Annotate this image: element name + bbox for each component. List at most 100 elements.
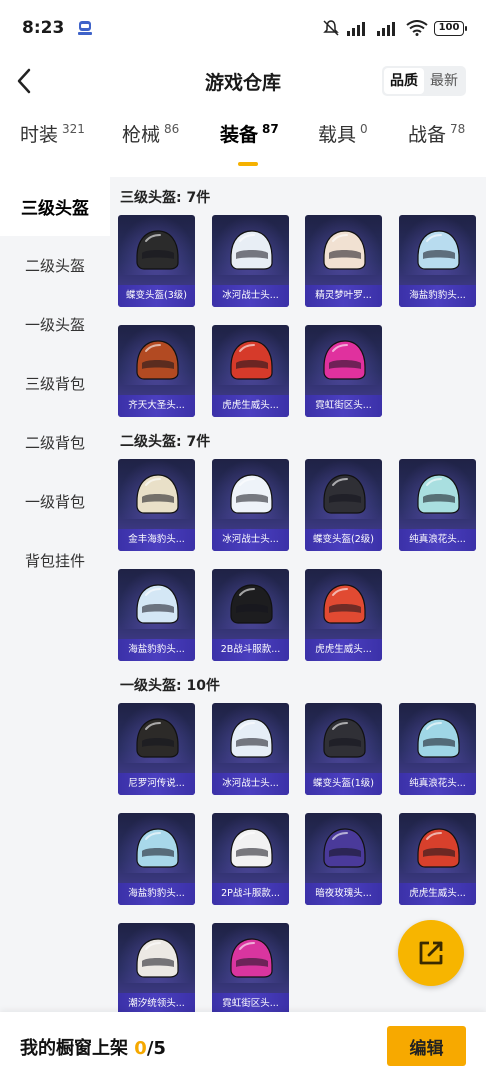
item-card[interactable]: 冰河战士头... [212,215,289,307]
tab-count: 87 [262,122,279,136]
item-card[interactable]: 海盐豹豹头... [399,215,476,307]
edit-button[interactable]: 编辑 [387,1026,466,1066]
tab-weapons[interactable]: 枪械 86 [122,120,179,147]
sort-toggle: 品质 最新 [382,66,466,96]
item-card[interactable]: 虎虎生威头... [399,813,476,905]
helmet-icon [323,584,366,624]
item-name: 2P战斗服款... [212,883,289,905]
item-name: 虎虎生威头... [399,883,476,905]
item-card[interactable]: 蝶变头盔(1级) [305,703,382,795]
section-title: 二级头盔: 7件 [120,434,211,450]
helmet-icon [136,584,179,624]
item-name: 2B战斗服款... [212,639,289,661]
sidebar-item-level2-backpack[interactable]: 二级背包 [0,413,110,472]
tab-vehicles[interactable]: 载具 0 [318,120,368,147]
sort-quality-option[interactable]: 品质 [384,68,424,94]
item-card[interactable]: 纯真浪花头... [399,703,476,795]
item-name: 潮汐统领头... [118,993,195,1012]
item-card[interactable]: 潮汐统领头... [118,923,195,1012]
item-name: 海盐豹豹头... [118,639,195,661]
helmet-icon [136,718,179,758]
item-name: 精灵梦叶罗... [305,285,382,307]
item-card[interactable]: 齐天大圣头... [118,325,195,417]
sidebar-item-level3-backpack[interactable]: 三级背包 [0,354,110,413]
sort-newest-option[interactable]: 最新 [424,68,464,94]
status-bar: 8:23 100 [0,0,486,56]
item-card[interactable]: 霓虹街区头... [212,923,289,1012]
item-card[interactable]: 金丰海豹头... [118,459,195,551]
tab-fashion[interactable]: 时装 321 [20,120,85,147]
signal-icon [347,22,365,36]
tab-count: 0 [360,122,368,136]
item-card[interactable]: 蝶变头盔(3级) [118,215,195,307]
helmet-icon [323,718,366,758]
showcase-current-count: 0 [134,1038,147,1059]
item-name: 纯真浪花头... [399,529,476,551]
helmet-icon [230,230,273,270]
item-card[interactable]: 2P战斗服款... [212,813,289,905]
tab-label: 枪械 [122,124,161,146]
item-card[interactable]: 虎虎生威头... [212,325,289,417]
helmet-icon [136,474,179,514]
helmet-icon [417,230,460,270]
showcase-total: /5 [146,1038,166,1059]
showcase-status: 我的橱窗上架 0/5 [20,1034,166,1060]
sidebar-item-level3-helmet[interactable]: 三级头盔 [0,177,110,236]
helmet-icon [323,340,366,380]
item-card[interactable]: 海盐豹豹头... [118,813,195,905]
helmet-icon [230,938,273,978]
item-card[interactable]: 冰河战士头... [212,703,289,795]
item-name: 尼罗河传说... [118,773,195,795]
app-notification-icon [78,21,93,35]
item-card[interactable]: 纯真浪花头... [399,459,476,551]
item-grid: 三级头盔: 7件 二级头盔: 7件 一级头盔: 10件 蝶变头盔(3级) 冰河战士… [110,177,486,1012]
item-name: 冰河战士头... [212,529,289,551]
header: 游戏仓库 品质 最新 [0,56,486,108]
item-card[interactable]: 海盐豹豹头... [118,569,195,661]
tab-label: 载具 [318,124,357,146]
item-name: 霓虹街区头... [305,395,382,417]
item-name: 蝶变头盔(1级) [305,773,382,795]
sidebar-item-level2-helmet[interactable]: 二级头盔 [0,236,110,295]
item-card[interactable]: 霓虹街区头... [305,325,382,417]
item-name: 海盐豹豹头... [399,285,476,307]
showcase-label: 我的橱窗上架 [20,1038,135,1059]
helmet-icon [323,230,366,270]
mute-icon [323,20,339,36]
helmet-icon [136,340,179,380]
item-card[interactable]: 尼罗河传说... [118,703,195,795]
item-name: 暗夜玫瑰头... [305,883,382,905]
tab-label: 时装 [20,124,59,146]
item-card[interactable]: 2B战斗服款... [212,569,289,661]
share-icon [419,941,443,965]
item-name: 蝶变头盔(2级) [305,529,382,551]
tab-count: 86 [164,122,180,136]
item-name: 齐天大圣头... [118,395,195,417]
tab-count: 321 [62,122,85,136]
status-indicators: 100 [322,19,467,37]
sidebar-item-backpack-charm[interactable]: 背包挂件 [0,531,110,590]
section-title: 三级头盔: 7件 [120,190,211,206]
helmet-icon [417,718,460,758]
item-card[interactable]: 虎虎生威头... [305,569,382,661]
helmet-icon [323,828,366,868]
section-title: 一级头盔: 10件 [120,678,220,694]
item-name: 纯真浪花头... [399,773,476,795]
battery-icon: 100 [434,20,467,36]
share-button[interactable] [398,920,464,986]
item-card[interactable]: 暗夜玫瑰头... [305,813,382,905]
item-name: 虎虎生威头... [212,395,289,417]
sidebar-item-level1-helmet[interactable]: 一级头盔 [0,295,110,354]
item-card[interactable]: 精灵梦叶罗... [305,215,382,307]
sidebar-item-level1-backpack[interactable]: 一级背包 [0,472,110,531]
tab-supplies[interactable]: 战备 78 [408,120,465,147]
tab-equipment[interactable]: 装备 87 [220,120,279,147]
item-name: 金丰海豹头... [118,529,195,551]
item-card[interactable]: 冰河战士头... [212,459,289,551]
item-name: 海盐豹豹头... [118,883,195,905]
item-name: 冰河战士头... [212,285,289,307]
signal-icon-2 [377,22,395,36]
helmet-icon [136,230,179,270]
item-card[interactable]: 蝶变头盔(2级) [305,459,382,551]
wifi-icon [406,20,428,36]
